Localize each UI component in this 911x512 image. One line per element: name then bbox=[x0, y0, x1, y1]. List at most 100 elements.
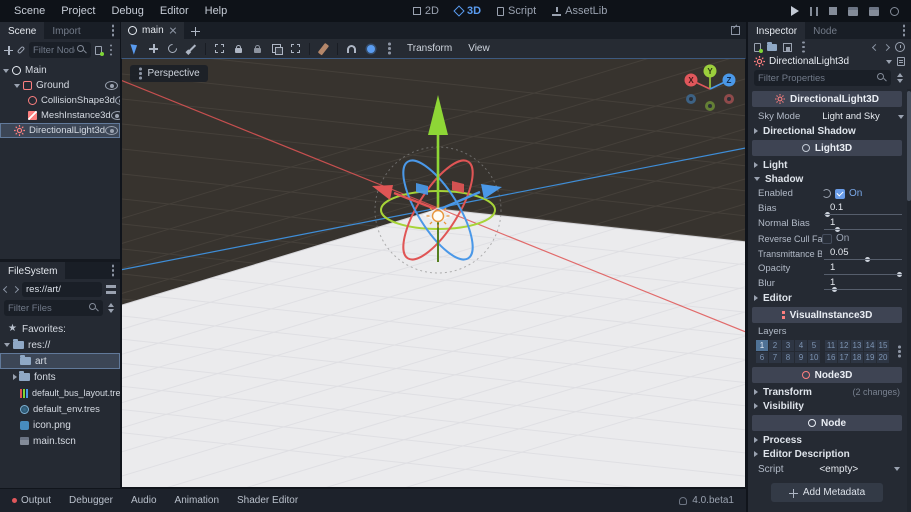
scale-tool[interactable] bbox=[183, 41, 200, 56]
layer-cell[interactable]: 16 bbox=[825, 352, 837, 363]
layer-cell[interactable]: 20 bbox=[877, 352, 889, 363]
inspector-scrollbar[interactable] bbox=[907, 89, 911, 512]
layer-cell[interactable]: 6 bbox=[756, 352, 768, 363]
forward-icon[interactable] bbox=[12, 286, 19, 293]
menu-help[interactable]: Help bbox=[197, 5, 236, 17]
play-custom-scene-button[interactable] bbox=[869, 7, 879, 16]
collapse-icon[interactable] bbox=[4, 343, 10, 347]
attach-script-button[interactable] bbox=[95, 46, 102, 55]
unlock-button[interactable] bbox=[249, 41, 266, 56]
rotate-tool[interactable] bbox=[164, 41, 181, 56]
list-select-tool[interactable] bbox=[211, 41, 228, 56]
sky-mode-dropdown[interactable]: Light and Sky bbox=[808, 111, 904, 122]
reverse-cull-checkbox[interactable] bbox=[822, 234, 832, 244]
workspace-2d[interactable]: 2D bbox=[413, 5, 439, 17]
file-row-icon-png[interactable]: icon.png bbox=[0, 417, 120, 433]
stop-button[interactable] bbox=[829, 7, 837, 15]
group-shadow[interactable]: Shadow bbox=[748, 172, 906, 186]
workspace-assetlib[interactable]: AssetLib bbox=[552, 5, 607, 17]
instance-scene-button[interactable] bbox=[17, 46, 25, 54]
expand-icon[interactable] bbox=[13, 374, 17, 380]
tree-node-directionallight[interactable]: DirectionalLight3d bbox=[0, 123, 120, 138]
layer-cell[interactable]: 11 bbox=[825, 340, 837, 351]
layer-cell[interactable]: 18 bbox=[851, 352, 863, 363]
normal-bias-slider[interactable]: 1 bbox=[822, 217, 904, 231]
opacity-slider[interactable]: 1 bbox=[822, 262, 904, 276]
ruler-tool[interactable] bbox=[315, 41, 332, 56]
filesystem-menu-icon[interactable] bbox=[112, 269, 115, 272]
menu-project[interactable]: Project bbox=[53, 5, 103, 17]
lock-button[interactable] bbox=[230, 41, 247, 56]
distraction-free-icon[interactable] bbox=[731, 26, 740, 35]
workspace-3d[interactable]: 3D bbox=[455, 5, 481, 17]
play-scene-button[interactable] bbox=[848, 7, 858, 16]
3d-viewport[interactable]: Y X Z Perspective bbox=[121, 58, 746, 488]
group-button[interactable] bbox=[268, 41, 285, 56]
layer-cell[interactable]: 3 bbox=[782, 340, 794, 351]
layer-cell[interactable]: 8 bbox=[782, 352, 794, 363]
menu-editor[interactable]: Editor bbox=[152, 5, 197, 17]
movie-maker-button[interactable] bbox=[890, 7, 899, 16]
inspector-menu-icon[interactable] bbox=[903, 29, 906, 32]
tree-node-ground[interactable]: Ground bbox=[0, 78, 120, 93]
bias-slider[interactable]: 0.1 bbox=[822, 202, 904, 216]
shader-editor-button[interactable]: Shader Editor bbox=[237, 495, 298, 506]
tab-inspector[interactable]: Inspector bbox=[748, 22, 805, 39]
revert-icon[interactable] bbox=[822, 189, 831, 198]
layer-cell[interactable]: 7 bbox=[769, 352, 781, 363]
new-scene-tab-button[interactable] bbox=[184, 22, 206, 39]
layer-cell[interactable]: 2 bbox=[769, 340, 781, 351]
pause-button[interactable] bbox=[810, 7, 818, 16]
group-process[interactable]: Process bbox=[748, 433, 906, 447]
group-visibility[interactable]: Visibility bbox=[748, 399, 906, 413]
menu-scene[interactable]: Scene bbox=[6, 5, 53, 17]
perspective-menu[interactable]: Perspective bbox=[130, 65, 208, 82]
layer-cell[interactable]: 5 bbox=[808, 340, 820, 351]
layer-cell[interactable]: 1 bbox=[756, 340, 768, 351]
file-row-default-env[interactable]: default_env.tres bbox=[0, 401, 120, 417]
add-node-button[interactable] bbox=[4, 46, 13, 55]
layers-menu-icon[interactable] bbox=[898, 350, 901, 353]
group-light[interactable]: Light bbox=[748, 158, 906, 172]
layer-cell[interactable]: 15 bbox=[877, 340, 889, 351]
tree-node-main[interactable]: Main bbox=[0, 63, 120, 78]
load-resource-button[interactable] bbox=[767, 44, 777, 51]
snap-toggle[interactable] bbox=[343, 41, 360, 56]
history-back-icon[interactable] bbox=[872, 43, 879, 50]
sort-files-icon[interactable] bbox=[107, 303, 116, 313]
open-docs-icon[interactable] bbox=[897, 57, 905, 66]
filter-nodes-input[interactable] bbox=[33, 45, 75, 56]
file-row-main-tscn[interactable]: main.tscn bbox=[0, 433, 120, 449]
tab-scene[interactable]: Scene bbox=[0, 22, 44, 39]
resource-menu-icon[interactable] bbox=[802, 46, 805, 49]
filter-files-input[interactable] bbox=[8, 303, 87, 314]
tab-filesystem[interactable]: FileSystem bbox=[0, 262, 65, 279]
menu-view[interactable]: View bbox=[461, 43, 497, 54]
save-resource-button[interactable] bbox=[783, 43, 792, 52]
file-row-art[interactable]: art bbox=[0, 353, 120, 369]
blur-slider[interactable]: 1 bbox=[822, 277, 904, 291]
output-button[interactable]: Output bbox=[12, 495, 51, 506]
close-tab-icon[interactable] bbox=[169, 27, 177, 35]
visibility-eye-icon[interactable] bbox=[111, 111, 120, 120]
tree-node-meshinstance[interactable]: MeshInstance3d bbox=[0, 108, 120, 123]
animation-button[interactable]: Animation bbox=[175, 495, 219, 506]
group-editor-description[interactable]: Editor Description bbox=[748, 447, 906, 461]
menu-transform[interactable]: Transform bbox=[400, 43, 459, 54]
expand-sections-icon[interactable] bbox=[896, 73, 905, 83]
menu-debug[interactable]: Debug bbox=[103, 5, 151, 17]
add-metadata-button[interactable]: Add Metadata bbox=[771, 483, 883, 502]
layer-cell[interactable]: 19 bbox=[864, 352, 876, 363]
workspace-script[interactable]: Script bbox=[497, 5, 536, 17]
collapse-icon[interactable] bbox=[3, 69, 9, 73]
tree-node-collisionshape[interactable]: CollisionShape3d bbox=[0, 93, 120, 108]
tab-import[interactable]: Import bbox=[44, 22, 88, 39]
layer-cell[interactable]: 12 bbox=[838, 340, 850, 351]
preview-sun-toggle[interactable] bbox=[362, 41, 379, 56]
shadow-enabled-checkbox[interactable] bbox=[835, 189, 845, 199]
tab-node[interactable]: Node bbox=[805, 22, 845, 39]
scene-tab-main[interactable]: main bbox=[121, 22, 184, 39]
visibility-eye-icon[interactable] bbox=[115, 96, 120, 105]
play-button[interactable] bbox=[791, 6, 799, 16]
visibility-eye-icon[interactable] bbox=[105, 81, 118, 90]
